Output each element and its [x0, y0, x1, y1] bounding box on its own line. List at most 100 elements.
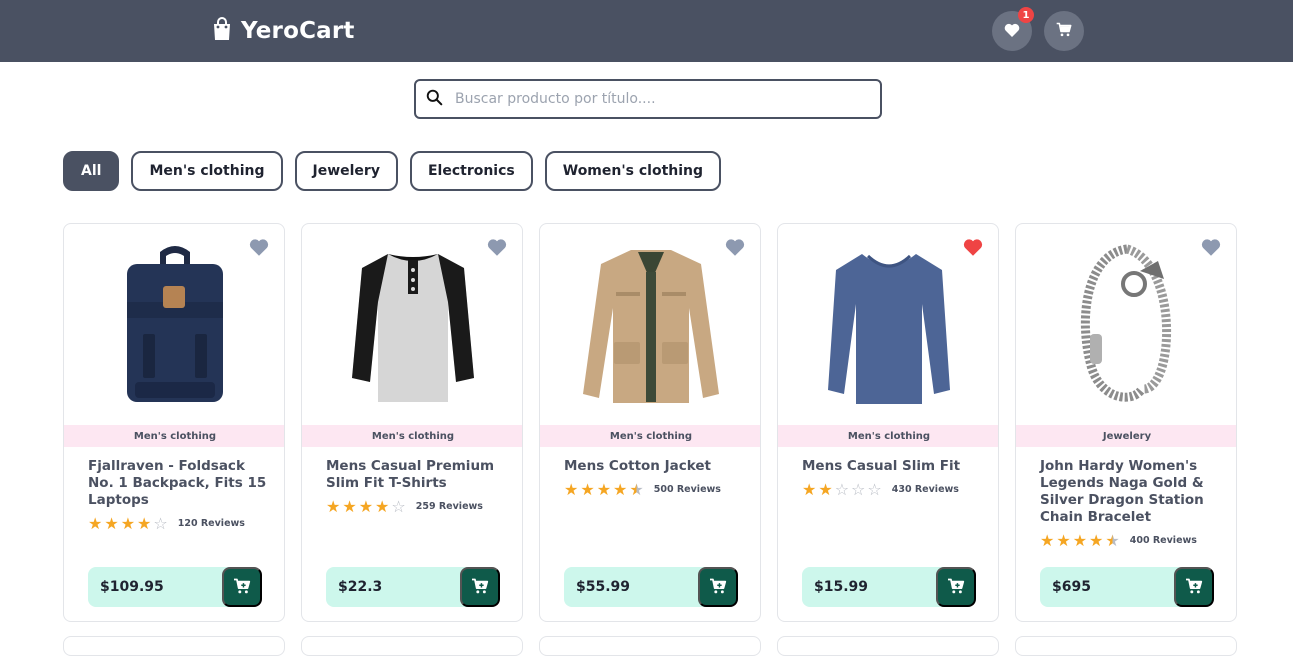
wishlist-button[interactable]: 1	[992, 7, 1034, 51]
price-bar: $15.99	[802, 567, 976, 607]
product-card[interactable]	[777, 636, 999, 656]
category-filters: All Men's clothing Jewelery Electronics …	[63, 151, 722, 191]
cart-icon	[1056, 22, 1072, 41]
search-bar	[414, 79, 882, 119]
category-label: Men's clothing	[540, 425, 760, 447]
rating: ★ ★ ★ ★ ★ 400 Reviews	[1040, 532, 1220, 549]
review-count: 430 Reviews	[891, 484, 959, 495]
product-card[interactable]: Jewelery John Hardy Women's Legends Naga…	[1015, 223, 1237, 622]
rating: ★ ★ ☆ ☆ ☆ 430 Reviews	[802, 481, 982, 498]
product-price: $15.99	[814, 579, 869, 595]
product-card[interactable]	[539, 636, 761, 656]
product-title-text: Mens Cotton Jacket	[564, 458, 711, 474]
cart-plus-icon	[947, 578, 965, 597]
product-title-text: Fjallraven - Foldsack No. 1 Backpack, Fi…	[88, 458, 267, 508]
star-full-icon: ★	[358, 496, 374, 516]
star-full-icon: ★	[802, 479, 817, 499]
filter-jewelery[interactable]: Jewelery	[294, 151, 398, 191]
product-title[interactable]: Mens Casual Slim Fit ★ ★ ☆ ☆ ☆ 430 Revie…	[802, 458, 982, 498]
search-input[interactable]	[455, 91, 855, 107]
star-full-icon: ★	[818, 479, 833, 499]
product-price: $109.95	[100, 579, 164, 595]
add-to-cart-button[interactable]	[698, 567, 738, 607]
category-label: Jewelery	[1016, 425, 1236, 447]
product-price: $55.99	[576, 579, 631, 595]
price-bar: $55.99	[564, 567, 738, 607]
rating: ★ ★ ★ ★ ☆ 259 Reviews	[326, 498, 506, 515]
cart-button[interactable]	[1044, 11, 1084, 51]
star-full-icon: ★	[120, 513, 136, 533]
rating: ★ ★ ★ ★ ★ 500 Reviews	[564, 481, 744, 498]
product-card[interactable]: Men's clothing Mens Cotton Jacket ★ ★ ★ …	[539, 223, 761, 622]
product-card[interactable]	[1015, 636, 1237, 656]
search-icon	[426, 89, 443, 110]
favorite-heart-icon[interactable]	[963, 238, 983, 256]
review-count: 259 Reviews	[415, 501, 483, 512]
star-half-icon: ★	[629, 479, 644, 499]
cart-plus-icon	[709, 578, 727, 597]
review-count: 120 Reviews	[177, 518, 245, 529]
category-label: Men's clothing	[778, 425, 998, 447]
product-title[interactable]: Mens Casual Premium Slim Fit T-Shirts ★ …	[326, 458, 506, 515]
star-full-icon: ★	[326, 496, 341, 516]
star-full-icon: ★	[137, 513, 152, 533]
brand-name: YeroCart	[241, 18, 355, 44]
star-full-icon: ★	[375, 496, 390, 516]
filter-womens-clothing[interactable]: Women's clothing	[544, 151, 722, 191]
filter-electronics[interactable]: Electronics	[409, 151, 533, 191]
cart-plus-icon	[471, 578, 489, 597]
review-count: 500 Reviews	[653, 484, 721, 495]
filter-all[interactable]: All	[63, 151, 120, 191]
top-navbar: YeroCart 1	[0, 0, 1293, 62]
star-empty-icon: ☆	[834, 479, 850, 499]
cart-plus-icon	[233, 578, 251, 597]
star-full-icon: ★	[596, 479, 612, 499]
product-card[interactable]: Men's clothing Mens Casual Premium Slim …	[301, 223, 523, 622]
favorite-heart-icon[interactable]	[249, 238, 269, 256]
product-title[interactable]: Mens Cotton Jacket ★ ★ ★ ★ ★ 500 Reviews	[564, 458, 744, 498]
product-title[interactable]: John Hardy Women's Legends Naga Gold & S…	[1040, 458, 1220, 549]
add-to-cart-button[interactable]	[936, 567, 976, 607]
category-label: Men's clothing	[302, 425, 522, 447]
filter-mens-clothing[interactable]: Men's clothing	[131, 151, 283, 191]
product-title[interactable]: Fjallraven - Foldsack No. 1 Backpack, Fi…	[88, 458, 268, 532]
star-full-icon: ★	[342, 496, 357, 516]
product-grid: Men's clothing Fjallraven - Foldsack No.…	[63, 223, 1237, 622]
rating: ★ ★ ★ ★ ☆ 120 Reviews	[88, 515, 268, 532]
star-full-icon: ★	[1056, 530, 1071, 550]
product-price: $22.3	[338, 579, 383, 595]
product-card[interactable]: Men's clothing Mens Casual Slim Fit ★ ★ …	[777, 223, 999, 622]
star-full-icon: ★	[1089, 530, 1104, 550]
product-price: $695	[1052, 579, 1091, 595]
star-full-icon: ★	[564, 479, 579, 499]
product-card[interactable]	[63, 636, 285, 656]
add-to-cart-button[interactable]	[460, 567, 500, 607]
star-full-icon: ★	[613, 479, 628, 499]
price-bar: $695	[1040, 567, 1214, 607]
product-card[interactable]: Men's clothing Fjallraven - Foldsack No.…	[63, 223, 285, 622]
price-bar: $22.3	[326, 567, 500, 607]
star-empty-icon: ☆	[851, 479, 866, 499]
star-empty-icon: ☆	[867, 479, 882, 499]
wishlist-count-badge: 1	[1018, 7, 1034, 23]
star-half-icon: ★	[1105, 530, 1120, 550]
star-full-icon: ★	[104, 513, 119, 533]
category-label: Men's clothing	[64, 425, 284, 447]
favorite-heart-icon[interactable]	[725, 238, 745, 256]
star-full-icon: ★	[88, 513, 103, 533]
product-title-text: John Hardy Women's Legends Naga Gold & S…	[1040, 458, 1204, 525]
add-to-cart-button[interactable]	[1174, 567, 1214, 607]
product-card[interactable]	[301, 636, 523, 656]
favorite-heart-icon[interactable]	[487, 238, 507, 256]
shopping-bag-icon	[211, 17, 233, 45]
add-to-cart-button[interactable]	[222, 567, 262, 607]
star-full-icon: ★	[1040, 530, 1055, 550]
star-empty-icon: ☆	[153, 513, 168, 533]
brand-logo[interactable]: YeroCart	[211, 17, 355, 45]
favorite-heart-icon[interactable]	[1201, 238, 1221, 256]
review-count: 400 Reviews	[1129, 535, 1197, 546]
price-bar: $109.95	[88, 567, 262, 607]
star-full-icon: ★	[580, 479, 595, 499]
next-row-cards	[63, 636, 1237, 656]
cart-plus-icon	[1185, 578, 1203, 597]
